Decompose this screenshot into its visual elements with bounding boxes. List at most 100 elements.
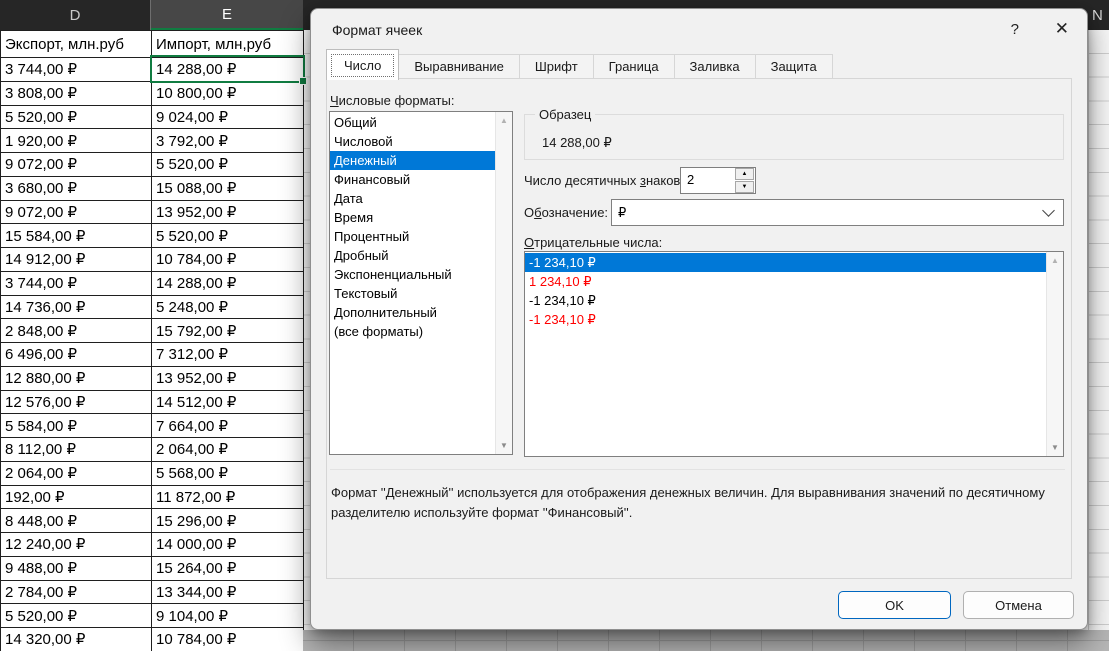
cell-import[interactable]: 13 952,00 ₽ — [152, 201, 304, 225]
column-header-n[interactable]: N — [1088, 0, 1109, 30]
cell-import[interactable]: 13 952,00 ₽ — [152, 367, 304, 391]
negative-format-item[interactable]: -1 234,10 ₽ — [525, 310, 1046, 329]
cell-import[interactable]: 9 024,00 ₽ — [152, 106, 304, 130]
cell-export-header[interactable]: Экспорт, млн.руб — [0, 31, 152, 58]
cell-export[interactable]: 9 488,00 ₽ — [0, 557, 152, 581]
scroll-up-icon[interactable]: ▲ — [496, 116, 512, 125]
cell-export[interactable]: 2 848,00 ₽ — [0, 319, 152, 343]
cell-import[interactable]: 10 784,00 ₽ — [152, 248, 304, 272]
cell-export[interactable]: 9 072,00 ₽ — [0, 201, 152, 225]
cell-export[interactable]: 2 064,00 ₽ — [0, 462, 152, 486]
symbol-label: Обозначение: — [524, 205, 608, 220]
tab-chislo[interactable]: Число — [326, 49, 399, 80]
cell-export[interactable]: 5 584,00 ₽ — [0, 414, 152, 438]
cell-export[interactable]: 15 584,00 ₽ — [0, 224, 152, 248]
cell-export[interactable]: 9 072,00 ₽ — [0, 153, 152, 177]
tab-granica[interactable]: Граница — [594, 54, 675, 79]
tab-shrift[interactable]: Шрифт — [520, 54, 594, 79]
cell-import[interactable]: 9 104,00 ₽ — [152, 604, 304, 628]
scroll-down-icon[interactable]: ▼ — [496, 441, 512, 450]
decimals-spinner[interactable]: 2 ▲ ▼ — [680, 167, 756, 194]
format-list-item[interactable]: Дополнительный — [330, 303, 495, 322]
decimals-decrement-button[interactable]: ▼ — [735, 181, 754, 193]
format-list-item[interactable]: Дата — [330, 189, 495, 208]
format-cells-dialog: Формат ячеек ? ✕ ЧислоВыравниваниеШрифтГ… — [310, 8, 1088, 630]
column-header-e[interactable]: E — [151, 0, 303, 30]
cell-import[interactable]: 15 088,00 ₽ — [152, 177, 304, 201]
cell-import[interactable]: 7 664,00 ₽ — [152, 414, 304, 438]
close-icon[interactable]: ✕ — [1055, 19, 1069, 39]
cell-export[interactable]: 5 520,00 ₽ — [0, 106, 152, 130]
decimals-increment-button[interactable]: ▲ — [735, 168, 754, 180]
format-list-item[interactable]: Финансовый — [330, 170, 495, 189]
cell-export[interactable]: 3 744,00 ₽ — [0, 272, 152, 296]
cell-import[interactable]: 5 520,00 ₽ — [152, 224, 304, 248]
cell-import[interactable]: 15 792,00 ₽ — [152, 319, 304, 343]
cell-import[interactable]: 10 800,00 ₽ — [152, 82, 304, 106]
negative-format-item[interactable]: -1 234,10 ₽ — [525, 291, 1046, 310]
cell-export[interactable]: 2 784,00 ₽ — [0, 581, 152, 605]
format-list-item[interactable]: Дробный — [330, 246, 495, 265]
table-row: 5 520,00 ₽9 104,00 ₽ — [0, 604, 304, 628]
cell-import[interactable]: 11 872,00 ₽ — [152, 486, 304, 510]
cell-export[interactable]: 6 496,00 ₽ — [0, 343, 152, 367]
tab-zashchita[interactable]: Защита — [756, 54, 833, 79]
tab-vyravnivanie[interactable]: Выравнивание — [399, 54, 519, 79]
tab-zalivka[interactable]: Заливка — [675, 54, 756, 79]
format-list-item[interactable]: Текстовый — [330, 284, 495, 303]
cell-export[interactable]: 12 880,00 ₽ — [0, 367, 152, 391]
cell-import[interactable]: 2 064,00 ₽ — [152, 438, 304, 462]
cell-import[interactable]: 10 784,00 ₽ — [152, 628, 304, 651]
cell-export[interactable]: 14 320,00 ₽ — [0, 628, 152, 651]
format-list-item[interactable]: Процентный — [330, 227, 495, 246]
cell-export[interactable]: 3 744,00 ₽ — [0, 58, 152, 82]
negative-format-item[interactable]: -1 234,10 ₽ — [525, 253, 1046, 272]
cancel-button[interactable]: Отмена — [963, 591, 1074, 619]
cell-import[interactable]: 5 520,00 ₽ — [152, 153, 304, 177]
cell-import[interactable]: 5 248,00 ₽ — [152, 296, 304, 320]
format-description: Формат ''Денежный'' используется для ото… — [331, 483, 1069, 523]
cell-export[interactable]: 8 448,00 ₽ — [0, 509, 152, 533]
cell-import[interactable]: 7 312,00 ₽ — [152, 343, 304, 367]
cell-export[interactable]: 12 576,00 ₽ — [0, 391, 152, 415]
cell-export[interactable]: 1 920,00 ₽ — [0, 129, 152, 153]
format-list-item[interactable]: Денежный — [330, 151, 495, 170]
format-list-item[interactable]: Экспоненциальный — [330, 265, 495, 284]
cell-import-header[interactable]: Импорт, млн,руб — [152, 31, 304, 58]
cell-export[interactable]: 192,00 ₽ — [0, 486, 152, 510]
scroll-up-icon[interactable]: ▲ — [1047, 256, 1063, 265]
scrollbar[interactable]: ▲ ▼ — [495, 112, 512, 454]
ok-button[interactable]: OK — [838, 591, 951, 619]
table-row: 8 112,00 ₽2 064,00 ₽ — [0, 438, 304, 462]
format-list-item[interactable]: Числовой — [330, 132, 495, 151]
negative-format-item[interactable]: 1 234,10 ₽ — [525, 272, 1046, 291]
table-row: 12 240,00 ₽14 000,00 ₽ — [0, 533, 304, 557]
help-button[interactable]: ? — [1011, 21, 1019, 38]
column-header-d[interactable]: D — [0, 0, 151, 30]
format-list-item[interactable]: (все форматы) — [330, 322, 495, 341]
cell-import[interactable]: 14 000,00 ₽ — [152, 533, 304, 557]
cell-import[interactable]: 13 344,00 ₽ — [152, 581, 304, 605]
cell-export[interactable]: 12 240,00 ₽ — [0, 533, 152, 557]
cell-import[interactable]: 14 288,00 ₽ — [152, 272, 304, 296]
fill-handle[interactable] — [299, 77, 307, 85]
cell-export[interactable]: 14 912,00 ₽ — [0, 248, 152, 272]
format-list-item[interactable]: Время — [330, 208, 495, 227]
format-list-item[interactable]: Общий — [330, 113, 495, 132]
label-text: Число десятичных — [524, 173, 640, 188]
cell-export[interactable]: 3 808,00 ₽ — [0, 82, 152, 106]
cell-import[interactable]: 3 792,00 ₽ — [152, 129, 304, 153]
cell-export[interactable]: 5 520,00 ₽ — [0, 604, 152, 628]
symbol-dropdown[interactable]: ₽ — [611, 199, 1064, 226]
table-row: 12 880,00 ₽13 952,00 ₽ — [0, 367, 304, 391]
cell-import[interactable]: 15 296,00 ₽ — [152, 509, 304, 533]
scroll-down-icon[interactable]: ▼ — [1047, 443, 1063, 452]
cell-export[interactable]: 3 680,00 ₽ — [0, 177, 152, 201]
cell-export[interactable]: 8 112,00 ₽ — [0, 438, 152, 462]
cell-import[interactable]: 15 264,00 ₽ — [152, 557, 304, 581]
decimals-input[interactable]: 2 — [681, 168, 735, 193]
cell-import[interactable]: 14 512,00 ₽ — [152, 391, 304, 415]
scrollbar[interactable]: ▲ ▼ — [1046, 252, 1063, 456]
cell-export[interactable]: 14 736,00 ₽ — [0, 296, 152, 320]
cell-import[interactable]: 5 568,00 ₽ — [152, 462, 304, 486]
